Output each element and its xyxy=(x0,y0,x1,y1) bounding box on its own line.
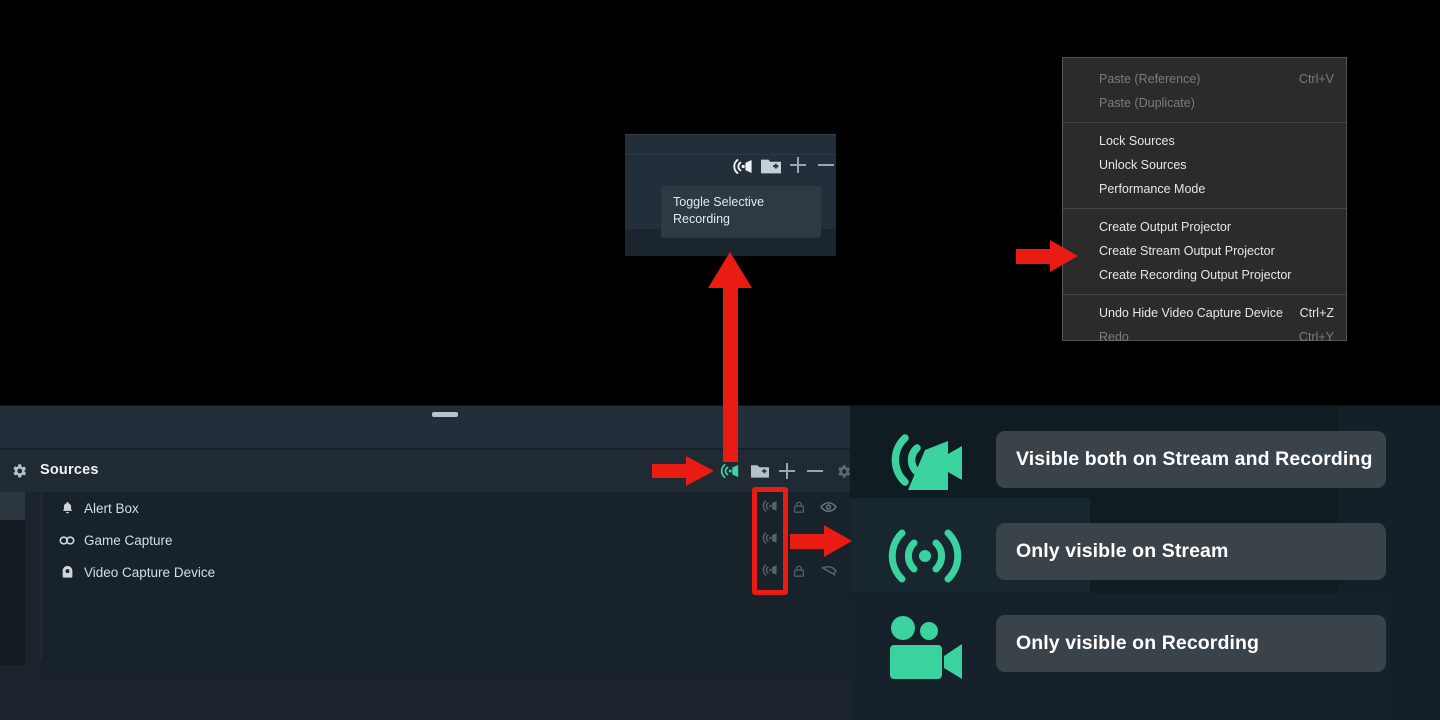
menu-item-label: Create Output Projector xyxy=(1099,220,1232,234)
row-lock-icon[interactable] xyxy=(790,498,808,516)
menu-item-paste-duplicate[interactable]: Paste (Duplicate) xyxy=(1063,91,1346,115)
menu-item-label: Lock Sources xyxy=(1099,134,1175,148)
source-label: Game Capture xyxy=(84,532,173,548)
row-visibility-hidden-icon[interactable] xyxy=(818,562,838,580)
legend-label-box: Only visible on Stream xyxy=(996,523,1386,580)
menu-item-unlock-sources[interactable]: Unlock Sources xyxy=(1063,153,1346,177)
menu-separator xyxy=(1063,208,1346,209)
menu-item-create-recording-output-projector[interactable]: Create Recording Output Projector xyxy=(1063,263,1346,287)
selective-recording-toggle[interactable] xyxy=(719,461,741,481)
menu-item-create-output-projector[interactable]: Create Output Projector xyxy=(1063,215,1346,239)
legend-label-box: Visible both on Stream and Recording xyxy=(996,431,1386,488)
sources-list-filler xyxy=(41,660,855,680)
source-label: Alert Box xyxy=(84,500,139,516)
legend-row: Visible both on Stream and Recording xyxy=(850,418,1440,510)
list-item[interactable]: Alert Box xyxy=(42,492,856,524)
source-label: Video Capture Device xyxy=(84,564,216,580)
menu-separator xyxy=(1063,122,1346,123)
stream-only-icon xyxy=(880,510,970,602)
row-visibility-eye-icon[interactable] xyxy=(818,498,838,516)
add-source-folder-icon[interactable] xyxy=(750,461,770,481)
add-scene-folder-icon[interactable] xyxy=(760,155,782,177)
menu-item-label: Redo xyxy=(1099,330,1129,344)
list-item[interactable]: Game Capture xyxy=(42,524,856,556)
menu-item-create-stream-output-projector[interactable]: Create Stream Output Projector xyxy=(1063,239,1346,263)
obs-window-footer xyxy=(0,680,855,720)
stream-and-recording-icon xyxy=(880,418,970,510)
sources-context-menu: Paste (Reference) Ctrl+V Paste (Duplicat… xyxy=(1062,57,1347,344)
remove-source-icon[interactable] xyxy=(806,461,824,481)
menu-item-label: Unlock Sources xyxy=(1099,158,1187,172)
list-item[interactable]: Video Capture Device xyxy=(42,556,856,588)
menu-item-redo[interactable]: Redo Ctrl+Y xyxy=(1063,325,1346,349)
legend-row: Only visible on Recording xyxy=(850,602,1440,694)
highlight-selective-recording-column xyxy=(752,487,788,595)
menu-item-undo[interactable]: Undo Hide Video Capture Device Ctrl+Z xyxy=(1063,301,1346,325)
dock-drag-handle-top[interactable] xyxy=(432,412,458,417)
arrow-pointing-to-create-stream-output-projector xyxy=(1016,240,1078,272)
menu-item-paste-reference[interactable]: Paste (Reference) Ctrl+V xyxy=(1063,67,1346,91)
link-icon xyxy=(57,535,77,546)
menu-item-shortcut: Ctrl+Z xyxy=(1299,306,1334,320)
add-source-icon[interactable] xyxy=(778,461,796,481)
menu-item-shortcut: Ctrl+Y xyxy=(1298,330,1334,344)
page-title: Sources xyxy=(40,462,99,478)
menu-item-label: Paste (Reference) xyxy=(1099,72,1201,86)
menu-separator xyxy=(1063,294,1346,295)
row-lock-icon[interactable] xyxy=(790,562,808,580)
legend-label: Visible both on Stream and Recording xyxy=(1016,448,1373,470)
menu-item-label: Create Stream Output Projector xyxy=(1099,244,1275,258)
tooltip-line-2: Recording xyxy=(673,212,730,226)
selective-recording-icon[interactable] xyxy=(731,155,755,177)
plus-icon[interactable] xyxy=(790,155,808,177)
menu-top-padding xyxy=(1063,58,1346,67)
menu-item-performance-mode[interactable]: Performance Mode xyxy=(1063,177,1346,201)
minus-icon[interactable] xyxy=(818,155,836,177)
menu-item-lock-sources[interactable]: Lock Sources xyxy=(1063,129,1346,153)
legend-label: Only visible on Recording xyxy=(1016,632,1260,654)
left-rail-highlight xyxy=(0,492,25,520)
arrow-pointing-to-legend xyxy=(790,525,852,557)
menu-item-label: Performance Mode xyxy=(1099,182,1206,196)
arrow-pointing-up-to-tooltip xyxy=(708,252,752,462)
menu-item-label: Paste (Duplicate) xyxy=(1099,96,1195,110)
sources-list: Alert Box Game Capture Video Capture Dev… xyxy=(41,492,855,660)
menu-item-label: Create Recording Output Projector xyxy=(1099,268,1292,282)
legend-overlay: Visible both on Stream and Recording Onl… xyxy=(850,406,1440,720)
arrow-pointing-to-selective-recording-toggle xyxy=(652,456,714,486)
legend-label: Only visible on Stream xyxy=(1016,540,1229,562)
legend-label-box: Only visible on Recording xyxy=(996,615,1386,672)
tooltip-line-1: Toggle Selective xyxy=(673,195,765,209)
screenshot-root: Sources Alert Box Game Capture Video Cap… xyxy=(0,0,1440,720)
webcam-icon xyxy=(57,565,77,579)
menu-item-label: Undo Hide Video Capture Device xyxy=(1099,306,1283,320)
menu-item-shortcut: Ctrl+V xyxy=(1298,72,1334,86)
gear-icon xyxy=(10,462,28,480)
left-rail-dark xyxy=(0,520,25,665)
recording-only-icon xyxy=(880,602,970,694)
bell-icon xyxy=(57,501,77,515)
tooltip: Toggle Selective Recording xyxy=(661,186,821,238)
legend-row: Only visible on Stream xyxy=(850,510,1440,602)
